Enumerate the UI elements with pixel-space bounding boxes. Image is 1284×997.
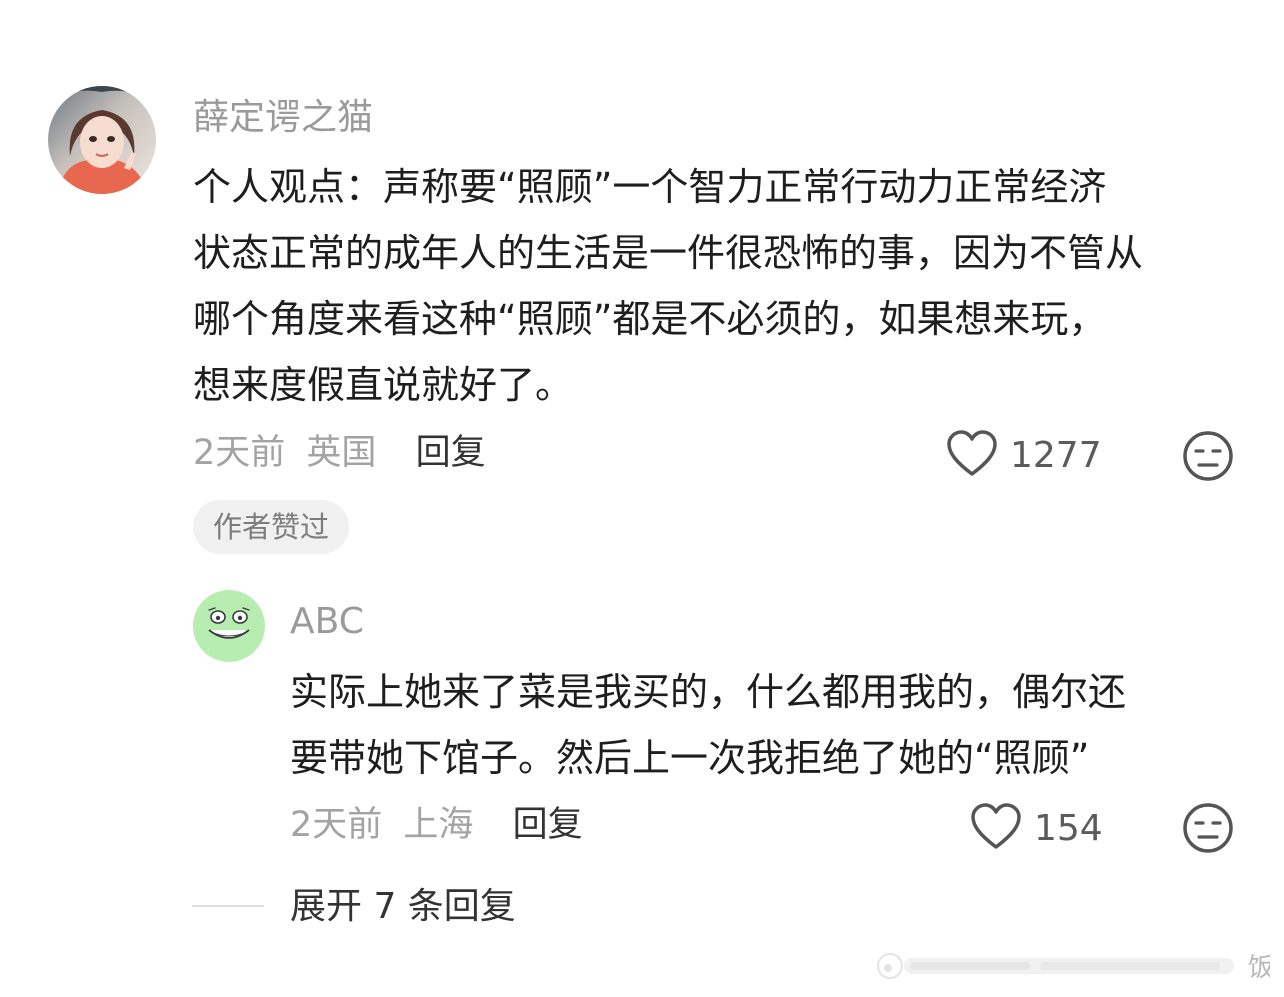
reply-location: 上海 <box>403 805 474 845</box>
watermark-text: 饭 <box>1248 953 1270 983</box>
comment-time: 2天前 <box>193 433 286 473</box>
reply-button[interactable]: 回复 <box>416 433 486 473</box>
expand-divider <box>192 905 264 907</box>
meh-face-icon <box>1182 431 1234 486</box>
reply-line: 要带她下馆子。然后上一次我拒绝了她的“照顾” <box>290 736 1090 780</box>
reply-body: 实际上她来了菜是我买的，什么都用我的，偶尔还 要带她下馆子。然后上一次我拒绝了她… <box>290 659 1126 791</box>
reply-time: 2天前 <box>290 805 383 845</box>
comment-line: 哪个角度来看这种“照顾”都是不必须的，如果想来玩， <box>193 297 1107 341</box>
heart-outline-icon <box>946 429 998 481</box>
comment-like-button[interactable]: 1277 <box>946 430 1102 480</box>
reply-avatar[interactable] <box>193 590 265 662</box>
reply-username[interactable]: ABC <box>290 600 364 644</box>
commenter-username[interactable]: 薛定谔之猫 <box>193 96 373 140</box>
comment-meta: 2天前 英国 回复 <box>193 431 486 475</box>
dislike-button[interactable] <box>1182 430 1234 482</box>
comment-line: 状态正常的成年人的生活是一件很恐怖的事，因为不管从 <box>193 231 1144 275</box>
reply-line: 实际上她来了菜是我买的，什么都用我的，偶尔还 <box>290 670 1127 714</box>
reply-like-button[interactable]: 154 <box>970 803 1103 853</box>
expand-replies-button[interactable]: 展开 7 条回复 <box>290 884 516 930</box>
reply-meta: 2天前 上海 回复 <box>290 803 583 847</box>
comment-line: 想来度假直说就好了。 <box>193 363 574 407</box>
commenter-avatar[interactable] <box>48 86 156 194</box>
author-liked-badge: 作者赞过 <box>193 500 350 554</box>
heart-outline-icon <box>970 802 1022 854</box>
meh-face-icon <box>1182 803 1234 858</box>
reply-dislike-button[interactable] <box>1182 802 1234 854</box>
reply-like-count: 154 <box>1034 807 1103 849</box>
watermark: 饭 <box>870 944 1274 988</box>
reply-reply-button[interactable]: 回复 <box>513 805 583 845</box>
comment-body: 个人观点：声称要“照顾”一个智力正常行动力正常经济 状态正常的成年人的生活是一件… <box>193 154 1143 418</box>
comment-line: 个人观点：声称要“照顾”一个智力正常行动力正常经济 <box>193 165 1107 209</box>
comment-location: 英国 <box>306 433 377 473</box>
like-count: 1277 <box>1010 434 1102 476</box>
